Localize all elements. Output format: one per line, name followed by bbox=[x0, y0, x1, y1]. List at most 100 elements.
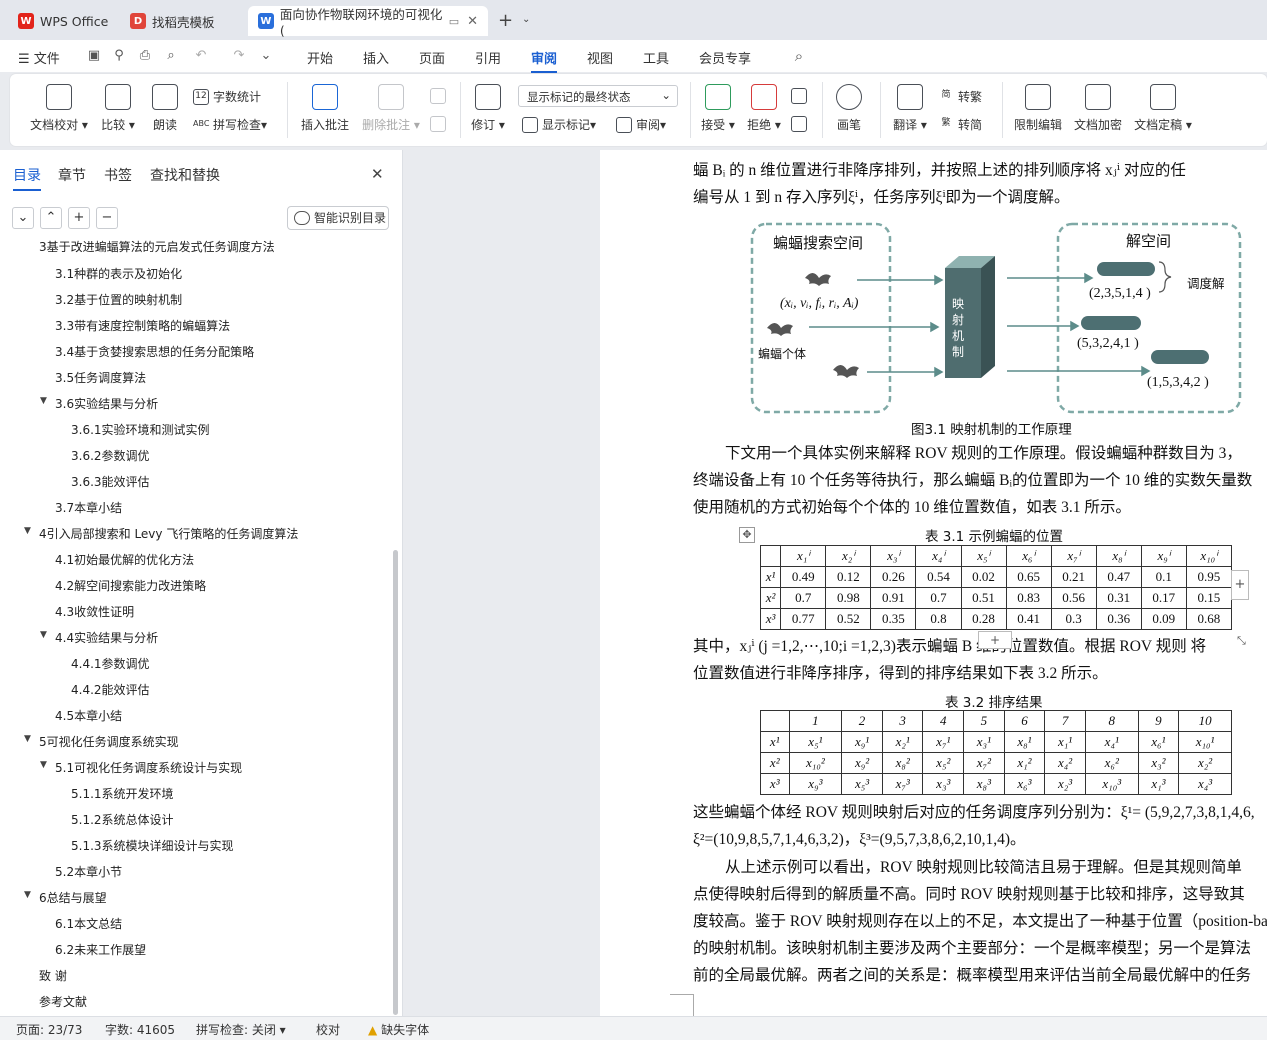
table-cell[interactable]: 0.54 bbox=[915, 566, 962, 588]
tab-chapters[interactable]: 章节 bbox=[58, 165, 86, 185]
expand-arrow-icon[interactable]: ▼ bbox=[40, 630, 47, 640]
table-cell[interactable]: 0.51 bbox=[960, 587, 1007, 609]
next-comment-icon[interactable] bbox=[430, 116, 446, 132]
table-cell[interactable]: x₃¹ bbox=[963, 731, 1005, 753]
table-cell[interactable]: 0.28 bbox=[960, 608, 1007, 630]
table-cell[interactable]: 0.36 bbox=[1095, 608, 1142, 630]
table-move-handle-icon[interactable]: ✥ bbox=[739, 527, 755, 543]
add-heading-button[interactable]: + bbox=[68, 207, 90, 229]
review-pane-button[interactable]: 审阅 ▾ bbox=[616, 116, 666, 133]
table-cell[interactable]: x₁² bbox=[1003, 752, 1046, 774]
table-cell[interactable]: 0.31 bbox=[1095, 587, 1142, 609]
to-simplified-button[interactable]: 繁转简 bbox=[938, 116, 982, 133]
table-cell[interactable]: 0.65 bbox=[1005, 566, 1052, 588]
menu-tools[interactable]: 工具 bbox=[643, 48, 669, 67]
table-cell[interactable]: 0.41 bbox=[1005, 608, 1052, 630]
menu-view[interactable]: 视图 bbox=[587, 48, 613, 67]
table-cell[interactable]: x² bbox=[760, 752, 790, 774]
reject-button[interactable]: 拒绝 ▾ bbox=[744, 84, 784, 133]
table-cell[interactable]: 0.77 bbox=[780, 608, 827, 630]
table-cell[interactable]: 0.49 bbox=[780, 566, 827, 588]
table-cell[interactable]: 0.91 bbox=[870, 587, 917, 609]
expand-button[interactable]: ⌃ bbox=[40, 207, 62, 229]
table-cell[interactable]: 0.12 bbox=[825, 566, 872, 588]
add-column-button[interactable]: + bbox=[1231, 570, 1249, 600]
table-cell[interactable]: 0.83 bbox=[1005, 587, 1052, 609]
menu-member[interactable]: 会员专享 bbox=[699, 48, 751, 67]
table-cell[interactable]: x³ bbox=[759, 608, 782, 630]
table-cell[interactable]: x₉³ bbox=[788, 773, 843, 795]
table-cell[interactable]: 0.56 bbox=[1050, 587, 1097, 609]
proof-status[interactable]: 校对 bbox=[316, 1021, 340, 1038]
share-icon[interactable]: ⚲ bbox=[111, 48, 127, 64]
accept-button[interactable]: 接受 ▾ bbox=[698, 84, 738, 133]
table-cell[interactable]: 0.21 bbox=[1050, 566, 1097, 588]
tab-docer[interactable]: D 找稻壳模板 bbox=[120, 6, 225, 36]
menu-start[interactable]: 开始 bbox=[307, 48, 333, 67]
table-cell[interactable]: x₂¹ bbox=[881, 731, 924, 753]
tab-document[interactable]: W 面向协作物联网环境的可视化( ▭ ✕ bbox=[248, 6, 488, 38]
table-cell[interactable]: x₅¹ bbox=[788, 731, 843, 753]
table-cell[interactable]: x₃³ bbox=[922, 773, 965, 795]
table-cell[interactable]: x₉² bbox=[841, 752, 883, 774]
new-tab-icon[interactable]: + bbox=[498, 10, 513, 31]
table-cell[interactable]: x₁¹ bbox=[1044, 731, 1086, 753]
prev-comment-icon[interactable] bbox=[430, 88, 446, 104]
menu-page[interactable]: 页面 bbox=[419, 48, 445, 67]
table-cell[interactable]: x₇¹ bbox=[922, 731, 965, 753]
doc-encrypt-button[interactable]: 文档加密 bbox=[1072, 84, 1124, 133]
table-cell[interactable]: x₈² bbox=[881, 752, 924, 774]
table-cell[interactable]: 0.09 bbox=[1140, 608, 1187, 630]
table-cell[interactable]: x₇³ bbox=[881, 773, 924, 795]
search-icon[interactable]: ⌕ bbox=[791, 48, 807, 64]
table-cell[interactable]: x₉¹ bbox=[841, 731, 883, 753]
table-cell[interactable]: x₁³ bbox=[1137, 773, 1180, 795]
doc-check-button[interactable]: 文档校对 ▾ bbox=[28, 84, 90, 133]
table-cell[interactable]: x₅³ bbox=[841, 773, 883, 795]
table-cell[interactable]: 0.1 bbox=[1140, 566, 1187, 588]
table-cell[interactable]: 0.3 bbox=[1050, 608, 1097, 630]
table-cell[interactable]: x₄¹ bbox=[1084, 731, 1139, 753]
missing-font-status[interactable]: ▲ 缺失字体 bbox=[368, 1021, 429, 1038]
table-cell[interactable]: x₂³ bbox=[1044, 773, 1086, 795]
read-aloud-button[interactable]: 朗读 bbox=[148, 84, 182, 133]
close-sidebar-icon[interactable]: ✕ bbox=[371, 165, 384, 183]
menu-insert[interactable]: 插入 bbox=[363, 48, 389, 67]
spell-check-status[interactable]: 拼写检查: 关闭 ▾ bbox=[196, 1021, 286, 1038]
revise-button[interactable]: 修订 ▾ bbox=[468, 84, 508, 133]
sidebar-scrollbar[interactable] bbox=[393, 550, 398, 1015]
expand-arrow-icon[interactable]: ▼ bbox=[40, 396, 47, 406]
restrict-edit-button[interactable]: 限制编辑 bbox=[1012, 84, 1064, 133]
word-count[interactable]: 字数: 41605 bbox=[105, 1021, 175, 1038]
save-icon[interactable]: ▣ bbox=[86, 48, 102, 64]
table-cell[interactable]: x₆² bbox=[1084, 752, 1139, 774]
table-cell[interactable]: x₃² bbox=[1137, 752, 1180, 774]
table-cell[interactable]: x₇² bbox=[963, 752, 1005, 774]
doc-finalize-button[interactable]: 文档定稿 ▾ bbox=[1132, 84, 1194, 133]
next-change-icon[interactable] bbox=[791, 116, 807, 132]
delete-comment-button[interactable]: 删除批注 ▾ bbox=[358, 84, 424, 133]
tab-find-replace[interactable]: 查找和替换 bbox=[150, 165, 220, 185]
table-cell[interactable]: x₁₀¹ bbox=[1178, 731, 1232, 753]
show-markup-button[interactable]: 显示标记 ▾ bbox=[522, 116, 596, 133]
table-cell[interactable]: x² bbox=[759, 587, 782, 609]
pen-button[interactable]: 画笔 bbox=[832, 84, 866, 133]
table-cell[interactable]: 0.02 bbox=[960, 566, 1007, 588]
tab-bookmarks[interactable]: 书签 bbox=[104, 165, 132, 185]
close-tab-icon[interactable]: ✕ bbox=[467, 14, 478, 29]
table-cell[interactable]: 0.7 bbox=[915, 587, 962, 609]
table-cell[interactable]: x³ bbox=[760, 773, 790, 795]
print-preview-icon[interactable]: ⌕ bbox=[163, 48, 179, 64]
table-cell[interactable]: x₆³ bbox=[1003, 773, 1046, 795]
more-chevron-icon[interactable]: ⌄ bbox=[258, 48, 274, 64]
tab-toc[interactable]: 目录 bbox=[13, 165, 41, 191]
table-cell[interactable]: x₁₀² bbox=[788, 752, 843, 774]
word-count-button[interactable]: 12 字数统计 bbox=[193, 88, 261, 105]
compare-button[interactable]: 比较 ▾ bbox=[98, 84, 138, 133]
page-indicator[interactable]: 页面: 23/73 bbox=[16, 1021, 82, 1038]
collapse-all-button[interactable]: ⌄ bbox=[12, 207, 34, 229]
table-cell[interactable]: 0.47 bbox=[1095, 566, 1142, 588]
menu-review[interactable]: 审阅 bbox=[531, 48, 558, 73]
spell-check-button[interactable]: ABC 拼写检查 ▾ bbox=[193, 116, 267, 133]
chevron-down-icon[interactable]: ⌄ bbox=[522, 14, 530, 25]
